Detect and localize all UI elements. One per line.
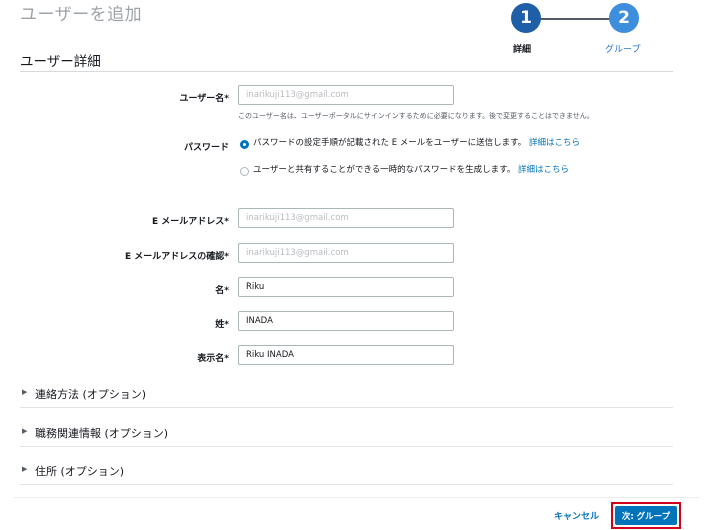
password-label: パスワード	[183, 143, 229, 153]
collapsible-address[interactable]: ▶ 住所 (オプション)	[20, 461, 673, 481]
email-confirm-input[interactable]	[238, 243, 454, 263]
section-divider	[20, 71, 673, 72]
wizard-step-2-label[interactable]: グループ	[605, 42, 640, 55]
wizard-step-2-indicator[interactable]: 2	[609, 3, 639, 33]
section-title: ユーザー詳細	[20, 54, 101, 70]
collapsible-divider	[20, 446, 673, 447]
collapsible-label: 職務関連情報 (オプション)	[35, 427, 169, 440]
caret-right-icon: ▶	[22, 427, 28, 435]
username-hint: このユーザー名は、ユーザーポータルにサインインするために必要になります。後で変更…	[238, 112, 594, 120]
password-option-generate-radio[interactable]	[240, 167, 249, 176]
wizard-step-1-indicator: 1	[511, 3, 541, 33]
next-button-highlight: 次: グループ	[611, 502, 681, 529]
cancel-button[interactable]: キャンセル	[554, 509, 599, 522]
page-title: ユーザーを追加	[20, 5, 143, 25]
collapsible-contact-methods[interactable]: ▶ 連絡方法 (オプション)	[20, 384, 673, 404]
last-name-label: 姓*	[215, 320, 229, 330]
last-name-input[interactable]	[238, 311, 454, 331]
username-label: ユーザー名*	[179, 94, 229, 104]
footer-divider	[14, 497, 700, 498]
wizard-step-1-label: 詳細	[513, 45, 532, 55]
first-name-input[interactable]	[238, 277, 454, 297]
collapsible-label: 連絡方法 (オプション)	[35, 388, 147, 401]
password-option-email[interactable]: パスワードの設定手順が記載された E メールをユーザーに送信します。 詳細はこち…	[253, 137, 589, 150]
collapsible-job-info[interactable]: ▶ 職務関連情報 (オプション)	[20, 423, 673, 443]
collapsible-divider	[20, 484, 673, 485]
email-label: E メールアドレス*	[152, 217, 229, 227]
display-name-input[interactable]	[238, 345, 454, 365]
caret-right-icon: ▶	[22, 388, 28, 396]
display-name-label: 表示名*	[197, 354, 229, 364]
email-input[interactable]	[238, 208, 454, 228]
password-option-generate-learn-more-link[interactable]: 詳細はこちら	[518, 165, 569, 175]
collapsible-label: 住所 (オプション)	[35, 465, 125, 478]
password-option-generate-text: ユーザーと共有することができる一時的なパスワードを生成します。	[253, 165, 516, 175]
collapsible-divider	[20, 407, 673, 408]
first-name-label: 名*	[215, 286, 229, 296]
password-option-generate[interactable]: ユーザーと共有することができる一時的なパスワードを生成します。 詳細はこちら	[253, 164, 589, 177]
password-option-email-text: パスワードの設定手順が記載された E メールをユーザーに送信します。	[253, 138, 527, 148]
next-groups-button[interactable]: 次: グループ	[615, 506, 677, 525]
username-input[interactable]	[238, 85, 454, 105]
password-option-email-radio[interactable]	[240, 140, 249, 149]
email-confirm-label: E メールアドレスの確認*	[125, 252, 229, 262]
caret-right-icon: ▶	[22, 465, 28, 473]
password-option-email-learn-more-link[interactable]: 詳細はこちら	[529, 138, 580, 148]
